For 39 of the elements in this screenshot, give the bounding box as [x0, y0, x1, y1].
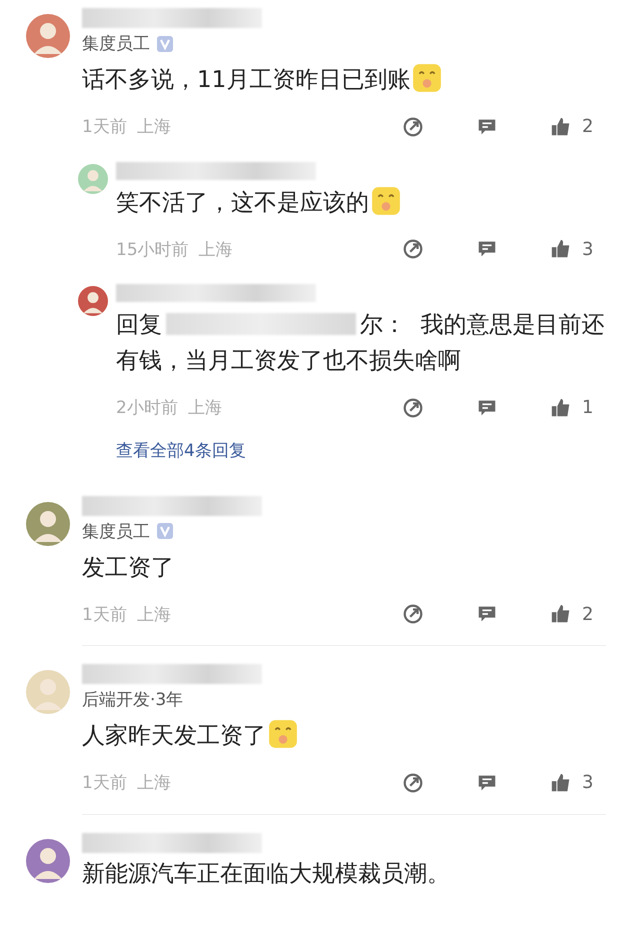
avatar-icon[interactable] [78, 286, 108, 316]
avatar-icon[interactable] [26, 838, 70, 883]
company-label: 集度员工 [82, 520, 150, 543]
avatar-icon[interactable] [26, 14, 70, 58]
post-location: 上海 [188, 397, 222, 420]
post-time: 1天前 [82, 772, 127, 794]
share-icon[interactable] [402, 116, 424, 138]
like-count: 3 [582, 238, 594, 260]
comment-text: 话不多说，11月工资昨日已到账 [82, 63, 606, 99]
share-icon[interactable] [402, 396, 424, 419]
thumbs-up-icon[interactable] [550, 772, 572, 794]
thumbs-up-icon[interactable] [550, 238, 572, 260]
post-location: 上海 [136, 604, 171, 626]
comment-text: 笑不活了，这不是应该的 [116, 186, 606, 222]
view-all-replies-link[interactable]: 查看全部4条回复 [116, 438, 246, 462]
post-location: 上海 [198, 238, 233, 261]
avatar-icon[interactable] [26, 502, 70, 546]
comment-text: 回复 尔： 我的意思是目前还有钱，当月工资发了也不损失啥啊 [116, 311, 606, 376]
thumbs-up-icon[interactable] [550, 396, 572, 419]
comment-text: 发工资了 [82, 554, 175, 583]
like-count: 3 [582, 772, 594, 794]
post-time: 1天前 [82, 604, 127, 626]
like-count: 2 [582, 604, 594, 625]
like-count: 2 [582, 116, 594, 138]
post-location: 上海 [136, 772, 171, 794]
share-icon[interactable] [402, 238, 424, 260]
like-count: 1 [582, 397, 594, 418]
thumbs-up-icon[interactable] [550, 116, 572, 138]
post-time: 15小时前 [116, 238, 189, 261]
post-time: 1天前 [82, 116, 127, 138]
comment-text: 新能源汽车正在面临大规模裁员潮。 [82, 860, 451, 889]
thumbs-up-icon[interactable] [550, 603, 572, 626]
post-location: 上海 [136, 116, 171, 138]
company-label: 集度员工 [82, 33, 150, 55]
post-time: 2小时前 [116, 397, 178, 420]
comment-text: 人家昨天发工资了 [82, 719, 606, 755]
share-icon[interactable] [402, 772, 424, 794]
job-title: 后端开发·3年 [82, 689, 184, 712]
share-icon[interactable] [402, 603, 424, 626]
